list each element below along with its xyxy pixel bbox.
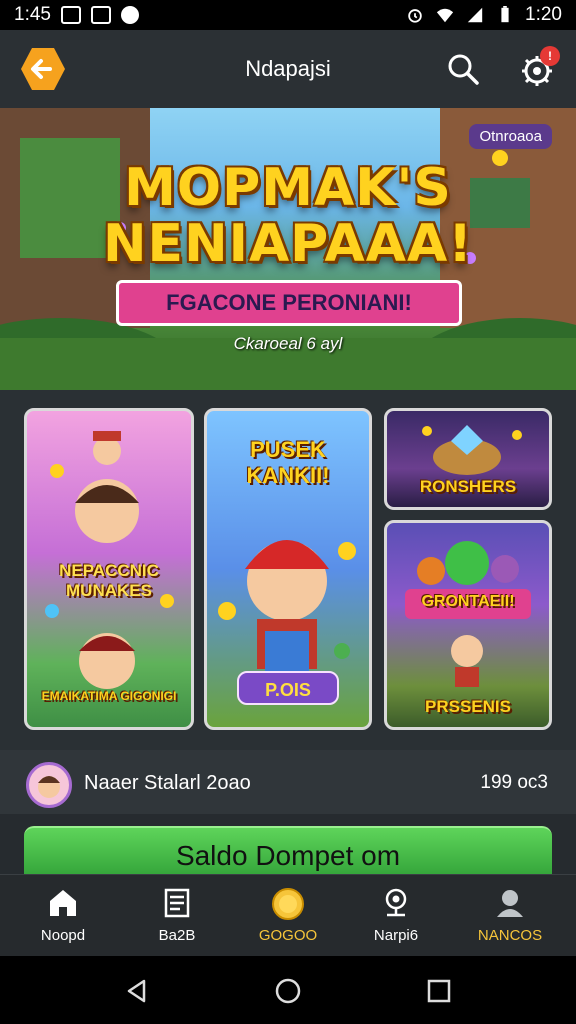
banner-date: Ckaroeal 6 ayl (233, 334, 343, 353)
app-dot-icon (120, 6, 139, 24)
page-title: Ndapajsi (245, 56, 331, 81)
messenger-icon (90, 6, 111, 24)
location-icon (385, 888, 407, 917)
card-3-title: RONSHERS (419, 477, 517, 496)
home-icon (50, 890, 76, 916)
coin-icon (272, 888, 304, 920)
recents-square-icon[interactable] (426, 978, 452, 1004)
wifi-icon (436, 8, 454, 23)
card-2-title: PUSEK KANKII! (246, 437, 330, 488)
battery-icon (501, 6, 509, 23)
home-circle-icon[interactable] (275, 978, 301, 1004)
nav-label-receipt: Ba2B (158, 927, 196, 944)
banner-title: MOPMAK'S NENIAPAAA! (0, 160, 576, 272)
nav-label-coin: GOGOO (258, 927, 318, 944)
card-1-title: NEPACCNIC MUNAKES (59, 561, 159, 600)
signal-icon (467, 7, 483, 23)
app-screen: 1:45 1:20 Ndapajsi ! Otnroaoa MOPMAK'S N… (0, 0, 576, 1024)
wallet-amount: 199 oc3 (480, 772, 548, 793)
nav-label-profile: NANCOS (477, 927, 543, 944)
app-header: Ndapajsi ! (0, 30, 576, 108)
nav-label-home: Noopd (40, 927, 86, 944)
card-4-title: GRONTAEII! (421, 593, 515, 610)
status-time-right: 1:20 (525, 4, 562, 25)
avatar-face-icon (38, 776, 60, 798)
card-4-button[interactable]: PRSSENIS (387, 697, 549, 717)
status-bar: 1:45 1:20 (0, 0, 576, 30)
card-2-button[interactable]: P.OIS (237, 671, 339, 705)
notification-x-icon (60, 6, 81, 24)
wallet-row[interactable]: Naaer Stalarl 2oao 199 oc3 (0, 750, 576, 814)
card-1-subtitle: EMAIKATIMA GIGONIGI (41, 689, 177, 703)
profile-icon (497, 890, 523, 917)
game-card-2[interactable]: PUSEK KANKII! P.OIS (204, 408, 372, 730)
receipt-icon (164, 888, 190, 918)
status-time: 1:45 (14, 4, 51, 25)
wallet-name: Naaer Stalarl 2oao (84, 772, 251, 794)
game-cards: NEPACCNIC MUNAKES EMAIKATIMA GIGONIGI PU… (0, 390, 576, 750)
back-triangle-icon[interactable] (124, 978, 150, 1004)
nav-item-profile[interactable]: NANCOS (455, 875, 565, 957)
alarm-icon (408, 9, 422, 23)
game-card-4[interactable]: GRONTAEII! PRSSENIS (384, 520, 552, 730)
promo-banner[interactable]: Otnroaoa MOPMAK'S NENIAPAAA! FGACONE PER… (0, 108, 576, 390)
avatar (26, 762, 72, 808)
banner-title-line2: NENIAPAAA! (103, 214, 473, 274)
notification-badge: ! (540, 46, 560, 66)
bottom-nav: Noopd Ba2B GOGOO Narpi6 NANCOS (0, 874, 576, 956)
system-nav-bar (0, 956, 576, 1024)
game-card-3[interactable]: RONSHERS (384, 408, 552, 510)
search-icon[interactable] (446, 52, 480, 86)
banner-ribbon: FGACONE PERONIANI! (116, 280, 462, 326)
nav-item-coin[interactable]: GOGOO (233, 875, 343, 957)
nav-item-location[interactable]: Narpi6 (341, 875, 451, 957)
banner-tag: Otnroaoa (469, 124, 552, 149)
nav-label-location: Narpi6 (373, 927, 419, 944)
nav-item-home[interactable]: Noopd (8, 875, 118, 957)
game-card-1[interactable]: NEPACCNIC MUNAKES EMAIKATIMA GIGONIGI (24, 408, 194, 730)
nav-item-receipt[interactable]: Ba2B (122, 875, 232, 957)
banner-title-line1: MOPMAK'S (124, 158, 452, 218)
